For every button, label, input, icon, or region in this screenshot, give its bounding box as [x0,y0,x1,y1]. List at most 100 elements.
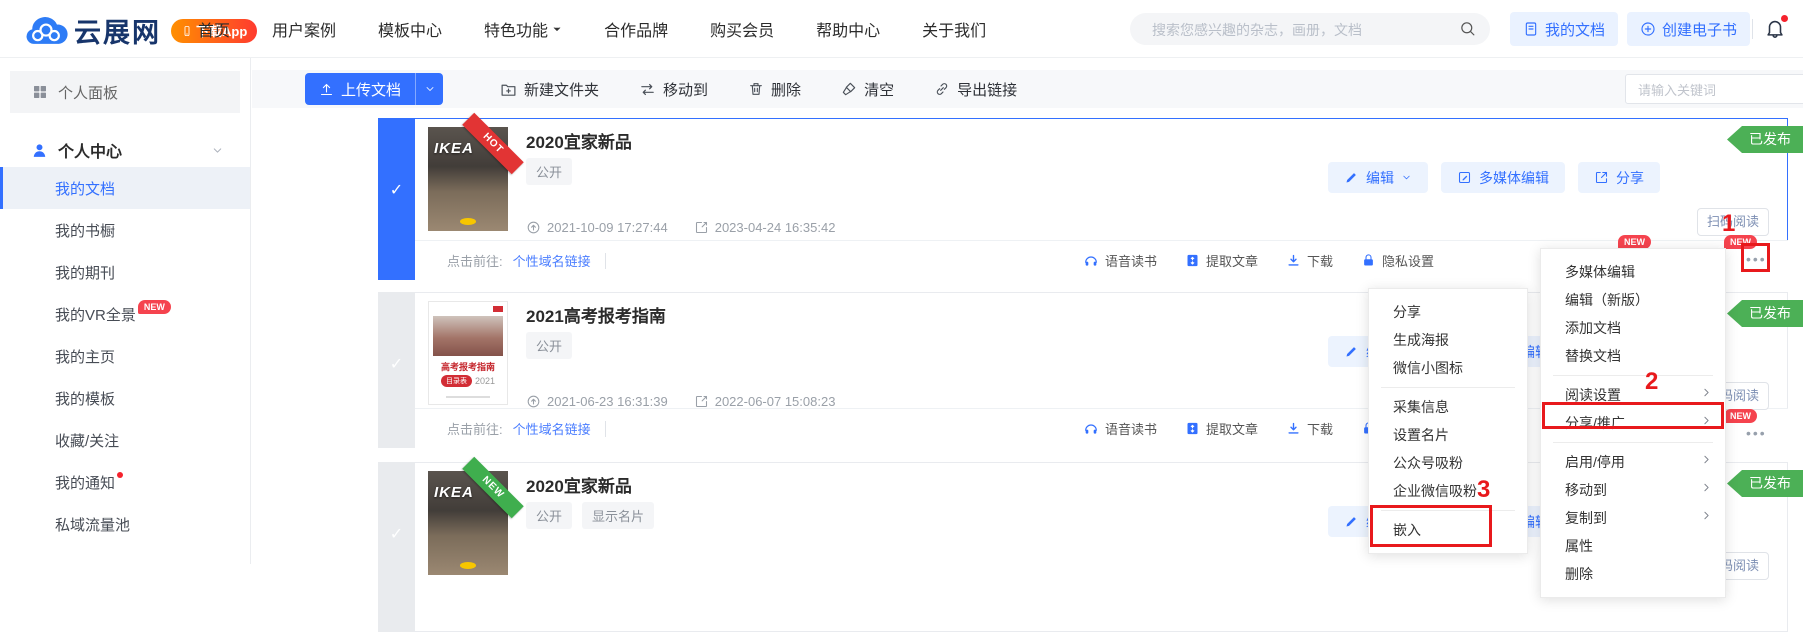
menu-item-share-promote[interactable]: 分享/推广 [1541,409,1725,437]
notification-bell-icon[interactable] [1764,17,1786,39]
keyword-search [1625,74,1803,104]
tag-row: 公开 [526,158,572,185]
menu-item-share[interactable]: 分享 [1369,298,1527,326]
row-checkbox[interactable]: ✓ [378,462,415,632]
published-badge: 已发布 [1727,126,1803,153]
new-badge: NEW [138,300,171,314]
publish-time-icon [526,220,541,235]
create-ebook-button[interactable]: 创建电子书 [1627,12,1750,46]
menu-item-replace-doc[interactable]: 替换文档 [1541,342,1725,370]
menu-item-official-account-fans[interactable]: 公众号吸粉 [1369,449,1527,477]
footer-divider [605,253,606,269]
nav-cases[interactable]: 用户案例 [272,17,336,41]
multimedia-edit-icon [1457,170,1472,185]
share-context-menu: 分享 生成海报 微信小图标 采集信息 设置名片 公众号吸粉 企业微信吸粉 嵌入 [1368,288,1528,554]
sidebar-item-journals[interactable]: 我的期刊 [0,251,250,293]
search-icon[interactable] [1459,20,1476,38]
doc-title[interactable]: 2020宜家新品 [526,128,632,153]
voice-read-button[interactable]: 语音读书 [1083,251,1157,270]
sidebar-item-favorites[interactable]: 收藏/关注 [0,419,250,461]
nav-about[interactable]: 关于我们 [922,17,986,41]
menu-item-embed[interactable]: 嵌入 [1369,516,1527,544]
extract-article-button[interactable]: 提取文章 [1185,251,1258,270]
trash-icon [748,81,764,97]
doc-thumbnail[interactable]: IKEA HOT [428,127,508,231]
privacy-settings-button[interactable]: 隐私设置 [1361,251,1434,270]
extract-article-button[interactable]: 提取文章 [1185,419,1258,438]
clear-button[interactable]: 清空 [841,79,894,100]
download-button[interactable]: 下载 [1286,419,1333,438]
download-button[interactable]: 下载 [1286,251,1333,270]
cover-title-text: 高考报考指南 [429,360,507,373]
menu-item-enable-disable[interactable]: 启用/停用 [1541,448,1725,476]
pencil-icon [1344,170,1359,185]
sidebar-item-homepage[interactable]: 我的主页 [0,335,250,377]
pencil-icon [1344,344,1359,359]
more-menu-button[interactable]: ••• [1746,251,1767,267]
nav-templates[interactable]: 模板中心 [378,17,442,41]
upload-dropdown-button[interactable] [415,73,443,105]
doc-toolbar: 上传文档 新建文件夹 移动到 删除 清空 导出链接 [252,70,1803,108]
row-checkbox[interactable]: ✓ [378,292,415,448]
sidebar-item-vr[interactable]: 我的VR全景 NEW [0,293,250,335]
cover-brand-text: IKEA [434,484,474,501]
custom-domain-link[interactable]: 个性域名链接 [513,419,591,438]
nav-home[interactable]: 首页 [198,17,230,41]
move-to-button[interactable]: 移动到 [639,79,708,100]
menu-item-copy-to[interactable]: 复制到 [1541,504,1725,532]
custom-domain-link[interactable]: 个性域名链接 [513,251,591,270]
keyword-search-input[interactable] [1636,75,1795,105]
global-search-input[interactable] [1150,13,1444,47]
sidebar-item-dashboard[interactable]: 个人面板 [10,71,240,113]
nav-partners[interactable]: 合作品牌 [604,17,668,41]
menu-item-move-to[interactable]: 移动到 [1541,476,1725,504]
scan-qr-read-button[interactable]: 扫码阅读 [1697,208,1769,236]
menu-item-wechat-icon[interactable]: 微信小图标 [1369,354,1527,382]
menu-item-add-doc[interactable]: 添加文档 [1541,314,1725,342]
menu-item-wecom-fans[interactable]: 企业微信吸粉 [1369,477,1527,505]
menu-item-delete[interactable]: 删除 [1541,560,1725,588]
sidebar-item-bookshelf[interactable]: 我的书橱 [0,209,250,251]
share-button[interactable]: 分享 [1578,162,1660,193]
multimedia-edit-button[interactable]: 多媒体编辑 [1441,162,1565,193]
menu-item-collect-info[interactable]: 采集信息 [1369,393,1527,421]
doc-thumbnail[interactable]: IKEA NEW [428,471,508,575]
export-link-button[interactable]: 导出链接 [934,79,1017,100]
more-menu-button[interactable]: ••• [1746,425,1767,441]
row-checkbox[interactable]: ✓ [378,118,415,280]
menu-item-edit-new[interactable]: 编辑（新版） [1541,286,1725,314]
menu-divider [1381,510,1515,511]
new-folder-button[interactable]: 新建文件夹 [500,79,599,100]
nav-help[interactable]: 帮助中心 [816,17,880,41]
upload-icon [319,82,334,97]
logo-text: 云展网 [74,11,161,50]
menu-item-multimedia-edit[interactable]: 多媒体编辑 [1541,258,1725,286]
nav-membership[interactable]: 购买会员 [710,17,774,41]
menu-item-properties[interactable]: 属性 [1541,532,1725,560]
voice-read-button[interactable]: 语音读书 [1083,419,1157,438]
chevron-right-icon [1700,453,1713,466]
nav-features[interactable]: 特色功能 [484,17,562,41]
sidebar-item-my-docs[interactable]: 我的文档 [0,167,250,209]
doc-title[interactable]: 2021高考报考指南 [526,302,666,327]
menu-item-read-settings[interactable]: 阅读设置 [1541,381,1725,409]
cover-logo-oval [460,562,476,569]
doc-thumbnail[interactable]: 高考报考指南 目录表 2021 [428,301,508,405]
timestamps: 2021-10-09 17:27:44 2023-04-24 16:35:42 [526,220,835,235]
edit-button[interactable]: 编辑 [1328,162,1428,193]
upload-doc-button[interactable]: 上传文档 [305,73,415,105]
sidebar-item-templates[interactable]: 我的模板 [0,377,250,419]
sidebar-item-private-traffic[interactable]: 私域流量池 [0,503,250,545]
new-badge: NEW [1724,235,1757,249]
my-docs-button[interactable]: 我的文档 [1510,12,1618,46]
menu-item-set-card[interactable]: 设置名片 [1369,421,1527,449]
public-tag: 公开 [526,158,572,185]
delete-button[interactable]: 删除 [748,79,801,100]
sidebar-item-personal-center[interactable]: 个人中心 [0,133,250,167]
person-icon [31,142,48,159]
sidebar-item-notifications[interactable]: 我的通知 [0,461,250,503]
edit-time-icon [694,394,709,409]
menu-item-generate-poster[interactable]: 生成海报 [1369,326,1527,354]
top-navbar: 云展网 下载App 首页 用户案例 模板中心 特色功能 合作品牌 购买会员 帮助… [0,0,1803,58]
doc-title[interactable]: 2020宜家新品 [526,472,632,497]
